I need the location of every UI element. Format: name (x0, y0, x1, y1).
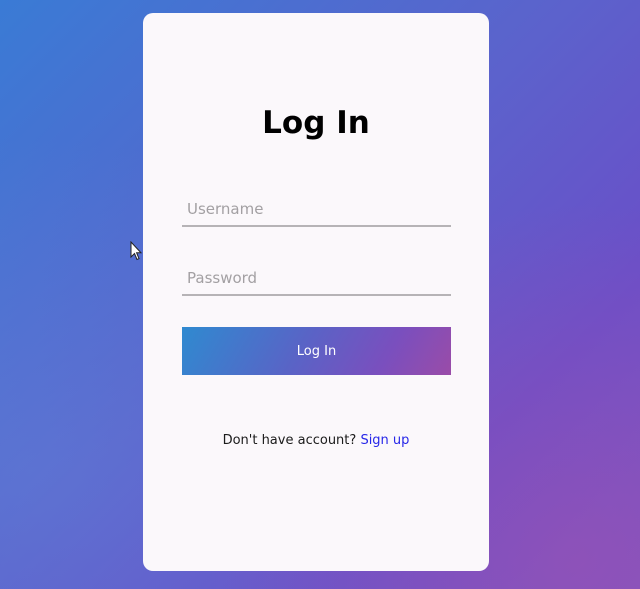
login-button[interactable]: Log In (182, 327, 451, 375)
signup-text: Don't have account? (222, 433, 357, 448)
signup-link[interactable]: Sign up (360, 433, 409, 448)
username-input[interactable] (182, 193, 451, 227)
password-input[interactable] (182, 262, 451, 296)
signup-prompt: Don't have account? Sign up (143, 433, 489, 448)
mouse-pointer-icon (130, 241, 142, 261)
page-title: Log In (262, 105, 370, 141)
login-card: Log In Log In Don't have account? Sign u… (143, 13, 489, 571)
